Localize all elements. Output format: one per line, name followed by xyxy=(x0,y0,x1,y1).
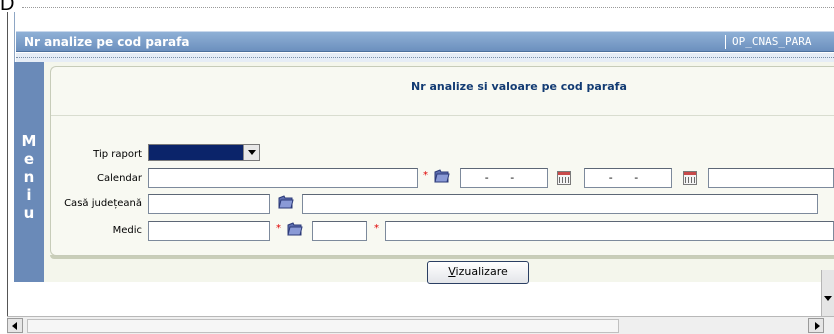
window-title-bar: Nr analize pe cod parafa OP_CNAS_PARA xyxy=(16,31,834,52)
top-dotted-divider xyxy=(22,7,834,8)
horizontal-scroll-thumb[interactable] xyxy=(27,319,619,333)
menu-letter: M xyxy=(21,132,37,150)
horizontal-scrollbar[interactable] xyxy=(7,316,834,334)
vertical-scrollbar[interactable] xyxy=(821,270,834,316)
folder-icon[interactable] xyxy=(277,193,295,211)
calendar-input[interactable] xyxy=(148,168,418,188)
date-from-input[interactable]: - - xyxy=(460,168,548,188)
scroll-left-icon[interactable] xyxy=(7,318,23,333)
folder-icon[interactable] xyxy=(433,167,451,185)
vizualizare-button-accesskey: V xyxy=(448,265,456,278)
form-heading: Nr analize si valoare pe cod parafa xyxy=(411,80,627,93)
title-separator xyxy=(725,35,726,49)
medic-label: Medic xyxy=(112,225,142,236)
heading-divider xyxy=(51,115,834,116)
calendar-label: Calendar xyxy=(97,173,142,184)
medic-name-input[interactable] xyxy=(385,221,834,241)
window-title: Nr analize pe cod parafa xyxy=(24,35,190,49)
folder-icon[interactable] xyxy=(286,220,304,238)
calendar-extra-input[interactable] xyxy=(708,168,834,188)
calendar-icon[interactable] xyxy=(557,171,571,185)
medic-input[interactable] xyxy=(148,221,270,241)
casa-judeteana-name-input[interactable] xyxy=(302,194,818,214)
date-to-input[interactable]: - - xyxy=(584,168,672,188)
calendar-icon[interactable] xyxy=(683,171,697,185)
frame-border-line xyxy=(7,12,8,334)
casa-judeteana-code-input[interactable] xyxy=(148,194,270,214)
casa-judeteana-label: Casă județeană xyxy=(64,198,142,209)
window-code: OP_CNAS_PARA xyxy=(732,35,812,48)
vizualizare-button[interactable]: Vizualizare xyxy=(427,261,529,284)
scroll-right-icon[interactable] xyxy=(808,318,824,333)
medic-name-required-mark: * xyxy=(374,223,379,234)
medic-required-mark: * xyxy=(276,223,281,234)
title-dotted-divider xyxy=(16,57,834,58)
side-menu[interactable]: M e n i u xyxy=(14,62,44,282)
calendar-required-mark: * xyxy=(423,170,428,181)
tip-raport-label: Tip raport xyxy=(93,149,142,160)
tip-raport-select[interactable] xyxy=(148,144,260,161)
chevron-down-icon[interactable] xyxy=(243,145,259,160)
medic-code-input[interactable] xyxy=(312,221,367,241)
vizualizare-button-label: izualizare xyxy=(455,265,508,278)
scroll-down-icon[interactable] xyxy=(824,296,832,301)
